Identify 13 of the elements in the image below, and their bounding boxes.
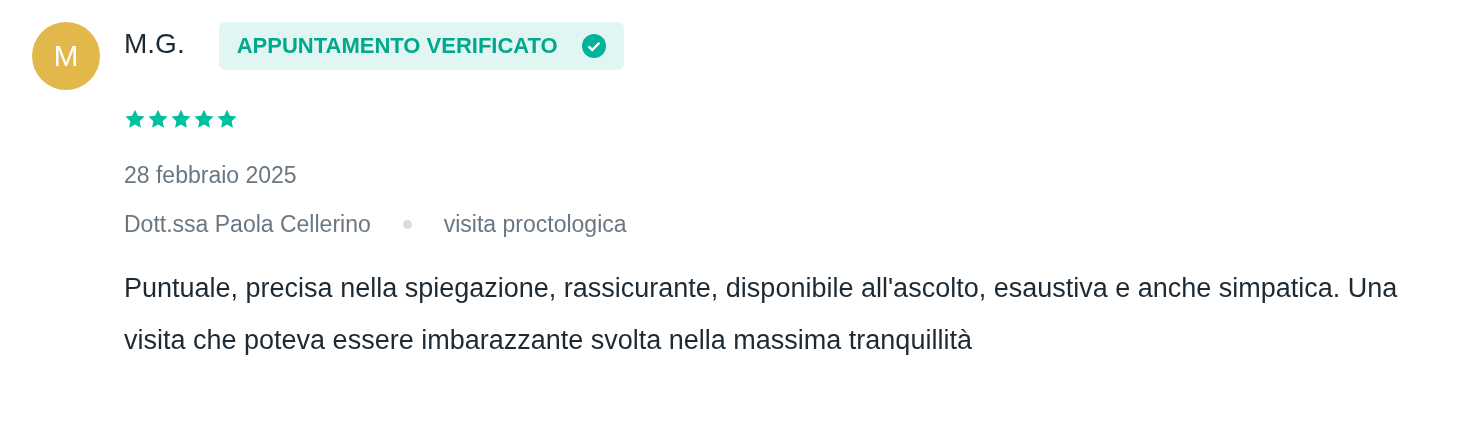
star-icon bbox=[193, 108, 215, 130]
review-text: Puntuale, precisa nella spiegazione, rassicurante, disponibile all'ascolto, esaustiva e anche simpatica. Una visita che poteva essere imbarazzante svolta nella massima tranquillità bbox=[124, 272, 1399, 357]
star-icon bbox=[216, 108, 238, 130]
service-name: visita proctologica bbox=[443, 211, 627, 238]
review-date: 28 febbraio 2025 bbox=[124, 162, 298, 189]
badge-label: APPUNTAMENTO VERIFICATO bbox=[236, 33, 558, 59]
star-icon bbox=[170, 108, 192, 130]
avatar-initial: M bbox=[53, 39, 79, 73]
star-icon bbox=[147, 108, 169, 130]
star-icon bbox=[124, 108, 146, 130]
author-name: M.G. bbox=[124, 28, 185, 60]
doctor-name: Dott.ssa Paola Cellerino bbox=[124, 211, 371, 238]
separator-dot bbox=[402, 220, 412, 229]
